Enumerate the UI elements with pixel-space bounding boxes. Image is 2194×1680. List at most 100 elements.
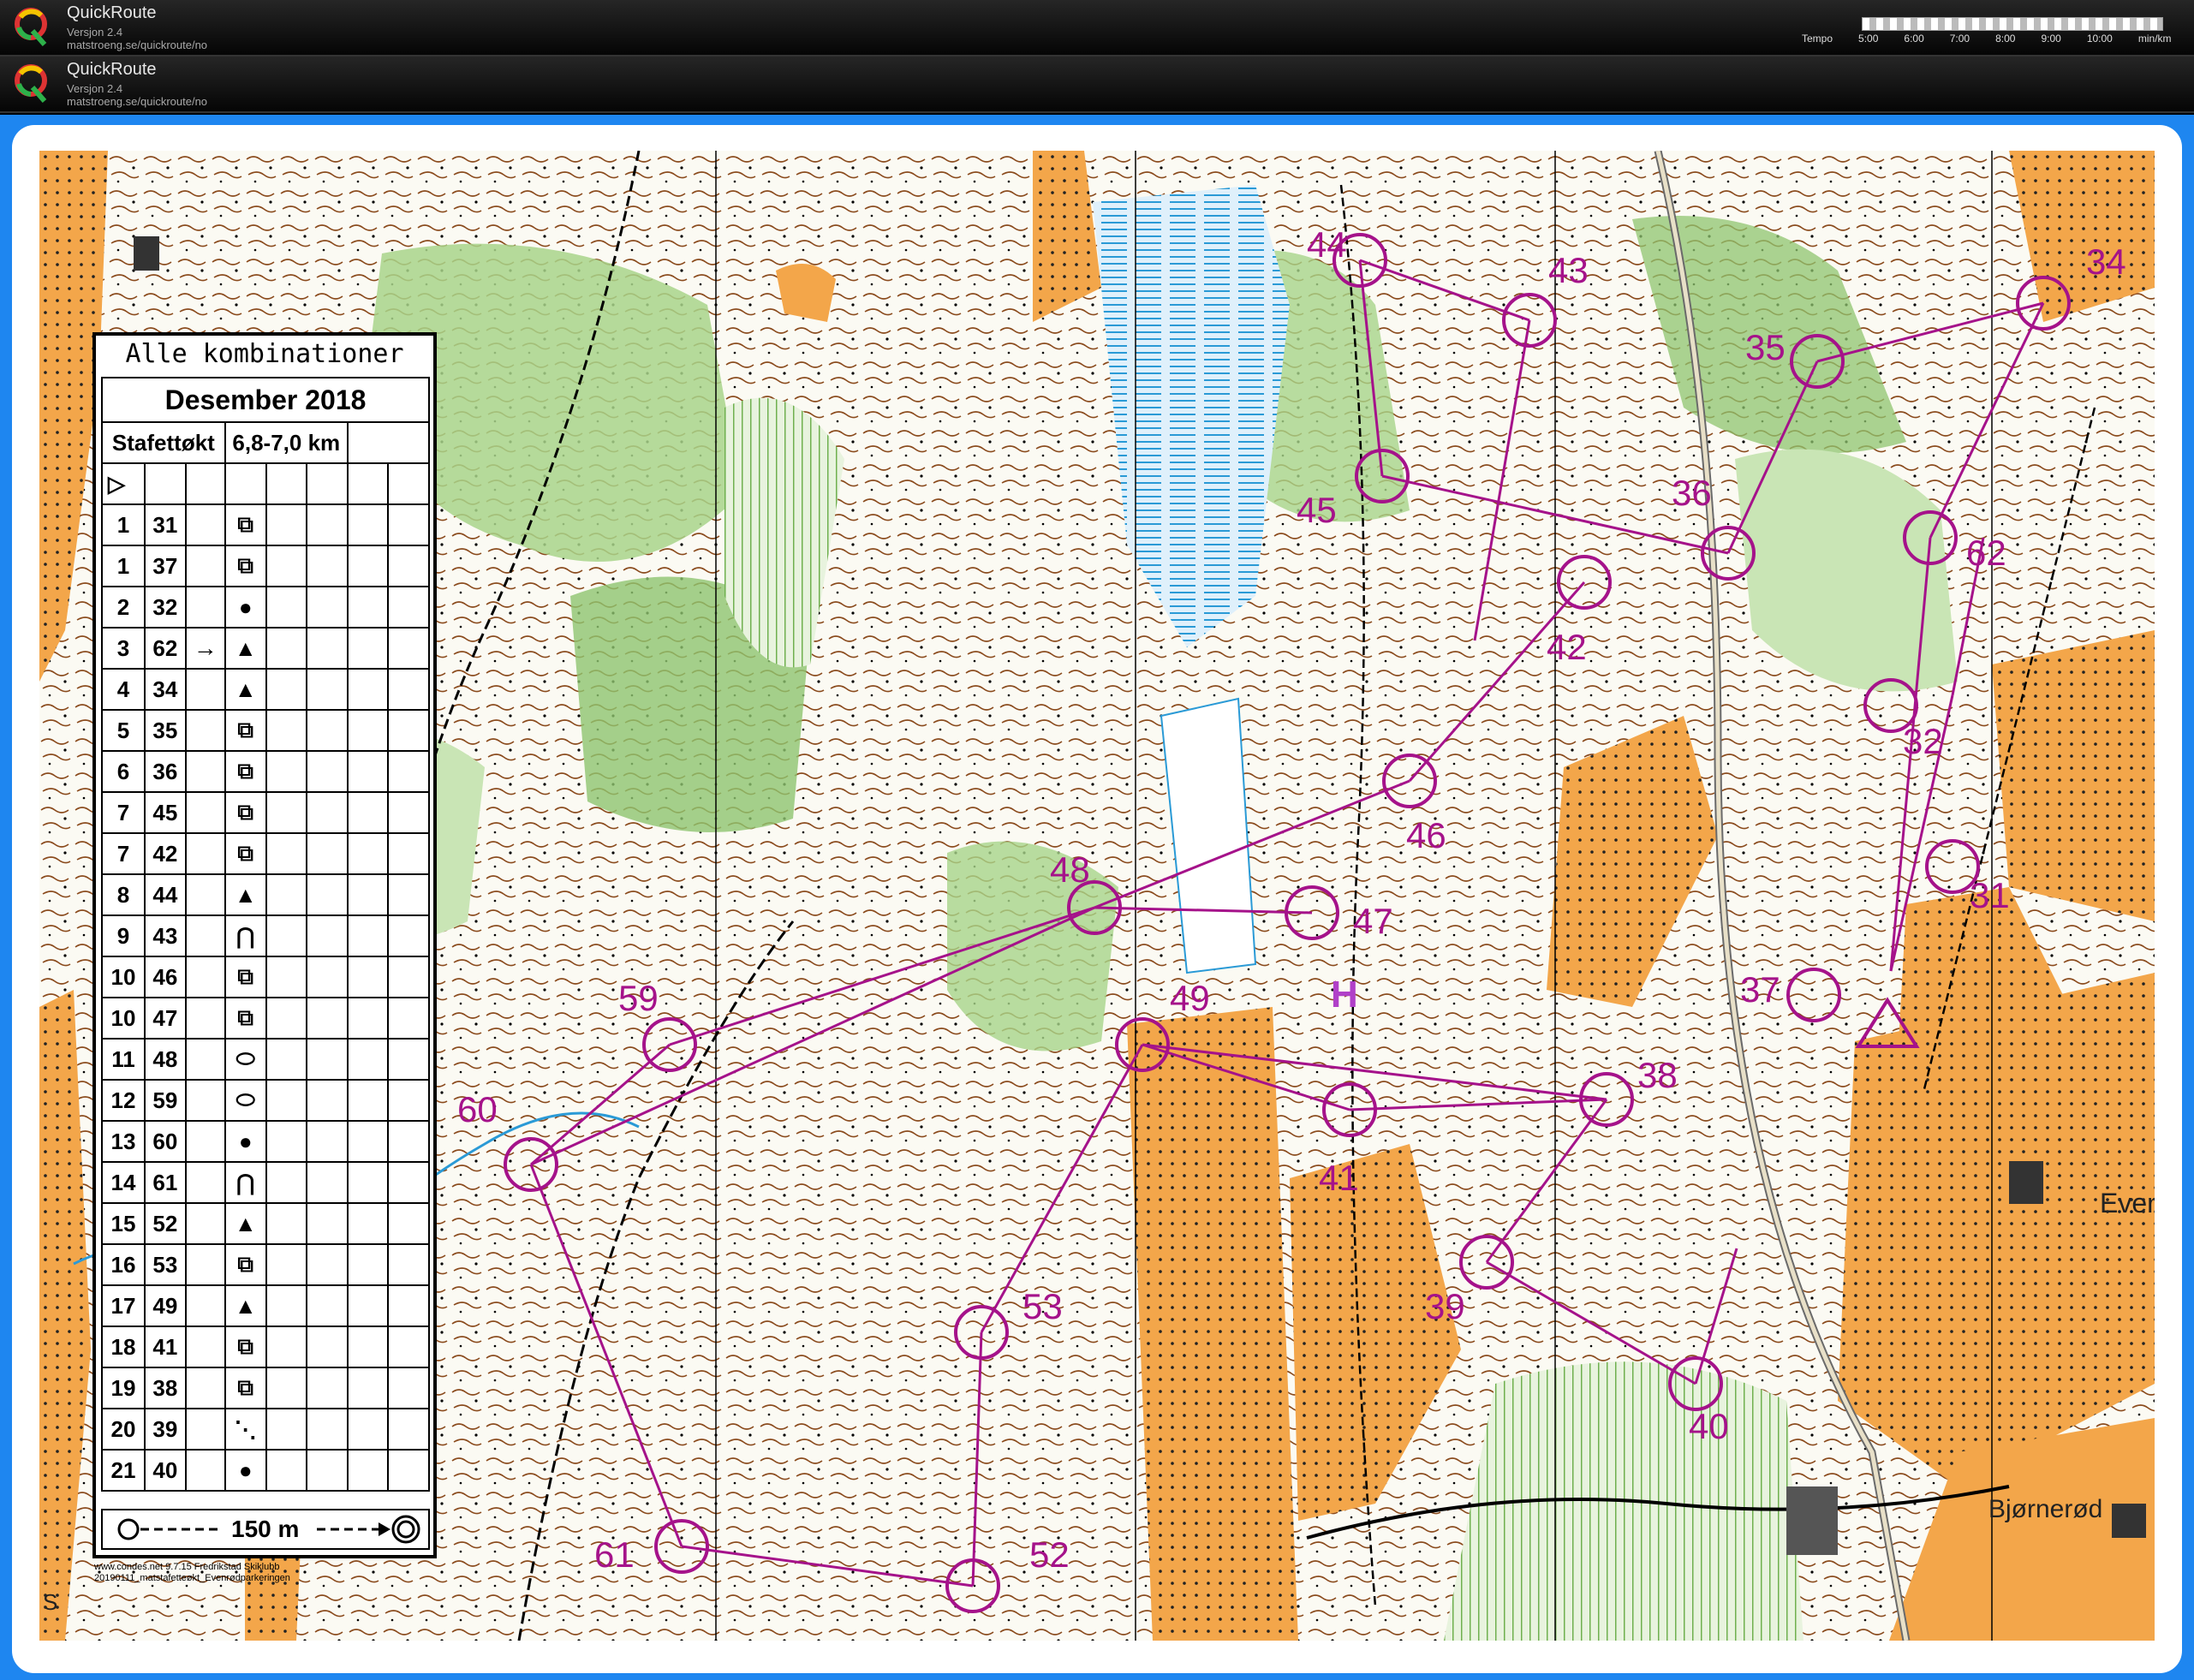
column-g	[346, 914, 390, 957]
column-f	[306, 997, 349, 1040]
column-e	[265, 873, 308, 916]
control-code: 41	[143, 1326, 187, 1368]
feature-symbol: ⧉	[224, 1243, 267, 1286]
column-h	[387, 627, 430, 670]
legend-row: 17 49 ▲	[101, 1284, 430, 1327]
control-label: 53	[1022, 1286, 1063, 1326]
control-label: 59	[618, 978, 659, 1018]
column-f	[306, 1079, 349, 1122]
control-code: 35	[143, 709, 187, 752]
column-f	[306, 1284, 349, 1327]
column-f	[306, 1326, 349, 1368]
quickroute-logo-icon	[15, 64, 47, 103]
column-g	[346, 873, 390, 916]
control-code: 59	[143, 1079, 187, 1122]
legend-row: 18 41 ⧉	[101, 1326, 430, 1368]
control-code: 52	[143, 1202, 187, 1245]
app-url: matstroeng.se/quickroute/no	[67, 39, 208, 51]
column-f	[306, 1367, 349, 1409]
column-h	[387, 750, 430, 793]
control-number: 10	[101, 997, 146, 1040]
control-label: 32	[1903, 721, 1943, 761]
column-f	[306, 627, 349, 670]
legend-row: 12 59 ⬭	[101, 1079, 430, 1122]
legend-row: 8 44 ▲	[101, 873, 430, 916]
control-number: 20	[101, 1408, 146, 1451]
course-name: Stafettøkt	[101, 421, 226, 464]
direction-symbol	[184, 1326, 226, 1368]
feature-symbol: ●	[224, 1449, 267, 1492]
control-label: 38	[1637, 1055, 1678, 1095]
feature-symbol: ⋂	[224, 914, 267, 957]
control-code: 60	[143, 1120, 187, 1163]
column-e	[265, 956, 308, 998]
column-e	[265, 914, 308, 957]
column-e	[265, 668, 308, 711]
control-code: 47	[143, 997, 187, 1040]
column-g	[346, 627, 390, 670]
column-h	[387, 503, 430, 546]
column-g	[346, 586, 390, 629]
column-e	[265, 1038, 308, 1081]
control-code: 37	[143, 545, 187, 587]
control-label: 40	[1689, 1406, 1729, 1446]
finish-line-row: 150 m	[101, 1509, 430, 1550]
column-f	[306, 873, 349, 916]
column-h	[387, 1243, 430, 1286]
control-code: 43	[143, 914, 187, 957]
direction-symbol	[184, 586, 226, 629]
legend-row: 7 45 ⧉	[101, 791, 430, 834]
column-h	[387, 1408, 430, 1451]
credit-line: 20190111_matstafetteøkt_Evenrødparkering…	[94, 1573, 290, 1583]
column-g	[346, 1120, 390, 1163]
column-e	[265, 503, 308, 546]
control-code: 53	[143, 1243, 187, 1286]
control-number: 12	[101, 1079, 146, 1122]
control-description-table: Desember 2018 Stafettøkt 6,8-7,0 km ▷ 13…	[101, 377, 431, 1492]
legend-row: 13 60 ●	[101, 1120, 430, 1163]
tempo-unit: min/km	[2137, 33, 2172, 45]
column-g	[346, 997, 390, 1040]
control-number: 19	[101, 1367, 146, 1409]
control-label: 43	[1548, 250, 1589, 290]
control-code: 34	[143, 668, 187, 711]
tempo-tick: 6:00	[1904, 33, 1924, 45]
column-h	[387, 914, 430, 957]
column-e	[265, 1120, 308, 1163]
course-climb	[346, 421, 431, 464]
app-name: QuickRoute	[67, 3, 157, 22]
column-g	[346, 668, 390, 711]
legend-row: 16 53 ⧉	[101, 1243, 430, 1286]
place-label-s: S	[43, 1589, 57, 1615]
legend-row: 10 46 ⧉	[101, 956, 430, 998]
control-number: 4	[101, 668, 146, 711]
control-number: 3	[101, 627, 146, 670]
direction-symbol	[184, 997, 226, 1040]
place-label-bjornerod: Bjørnerød	[1988, 1495, 2102, 1523]
direction-symbol: →	[184, 627, 226, 670]
column-g	[346, 1326, 390, 1368]
direction-symbol	[184, 914, 226, 957]
column-e	[265, 750, 308, 793]
column-h	[387, 1038, 430, 1081]
column-h	[387, 1284, 430, 1327]
control-number: 7	[101, 791, 146, 834]
column-g	[346, 1243, 390, 1286]
control-label: 47	[1353, 901, 1393, 941]
credit-line: www.condes.net 9.7.15 Fredrikstad Skiklu…	[94, 1562, 280, 1572]
control-label: 39	[1425, 1286, 1465, 1326]
feature-symbol: ●	[224, 1120, 267, 1163]
control-label: 44	[1307, 224, 1347, 265]
column-f	[306, 668, 349, 711]
column-e	[265, 627, 308, 670]
feature-symbol: ⬭	[224, 1079, 267, 1122]
control-code: 36	[143, 750, 187, 793]
control-label: 60	[457, 1089, 498, 1129]
control-number: 1	[101, 503, 146, 546]
control-label: 49	[1170, 978, 1210, 1018]
legend-row: 14 61 ⋂	[101, 1161, 430, 1204]
column-g	[346, 1408, 390, 1451]
legend-row: 1 31 ⧉	[101, 503, 430, 546]
direction-symbol	[184, 1120, 226, 1163]
column-g	[346, 1038, 390, 1081]
